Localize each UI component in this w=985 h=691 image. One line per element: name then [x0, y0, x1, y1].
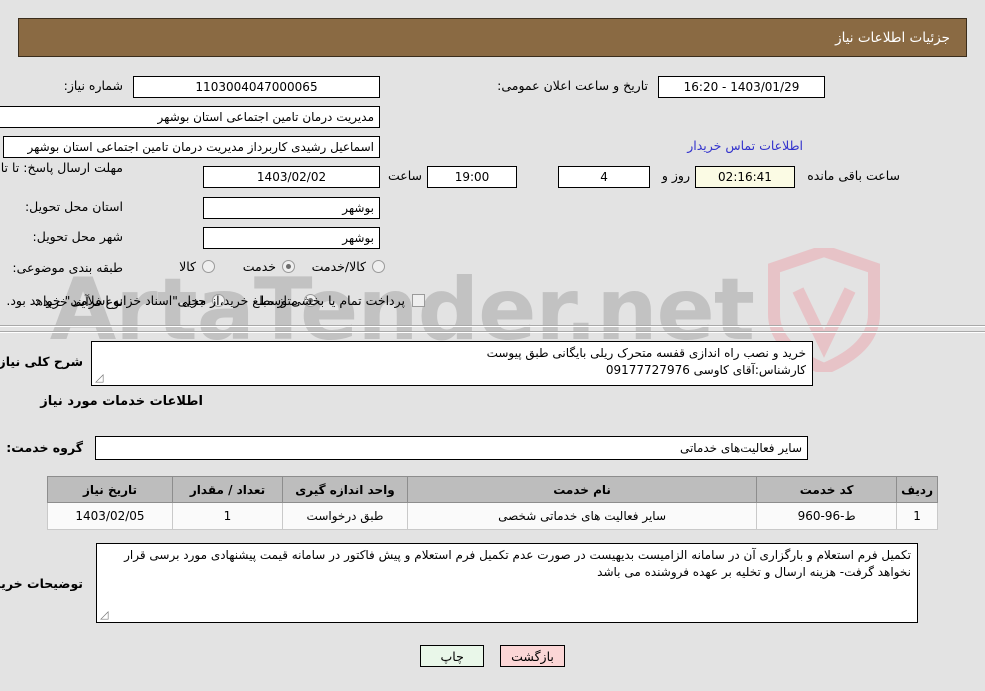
th-unit: واحد اندازه گیری [282, 476, 408, 503]
category-label: طبقه بندی موضوعی: [12, 260, 123, 275]
cell-unit: طبق درخواست [282, 502, 408, 530]
th-quantity: تعداد / مقدار [172, 476, 283, 503]
treasury-checkbox[interactable] [412, 294, 425, 307]
creator-field: اسماعیل رشیدی کاربرداز مدیریت درمان تامی… [3, 136, 380, 158]
remaining-days-suffix: روز و [661, 168, 690, 183]
deadline-label: مهلت ارسال پاسخ: تا تاریخ: [0, 160, 123, 175]
radio-category-goods[interactable] [202, 260, 215, 273]
need-number-label: شماره نیاز: [63, 78, 123, 93]
city-label: شهر محل تحویل: [32, 229, 123, 244]
cell-quantity: 1 [172, 502, 283, 530]
items-table: ردیف کد خدمت نام خدمت واحد اندازه گیری ت… [47, 476, 938, 530]
deadline-hour-field: 19:00 [427, 166, 517, 188]
cell-date: 1403/02/05 [47, 502, 173, 530]
remaining-days-value: 4 [600, 170, 608, 184]
remaining-time-field: 02:16:41 [695, 166, 795, 188]
deadline-date-field: 1403/02/02 [203, 166, 380, 188]
divider-top [0, 325, 985, 327]
radio-category-service[interactable] [282, 260, 295, 273]
province-value: بوشهر [342, 201, 374, 215]
divider-bottom [0, 331, 985, 333]
buyer-contact-link[interactable]: اطلاعات تماس خریدار [687, 138, 803, 153]
deadline-hour-value: 19:00 [454, 170, 490, 184]
page-title: جزئیات اطلاعات نیاز [835, 29, 950, 46]
deadline-hour-label: ساعت [387, 168, 422, 183]
province-field: بوشهر [203, 197, 380, 219]
city-field: بوشهر [203, 227, 380, 249]
th-date: تاریخ نیاز [47, 476, 173, 503]
th-name: نام خدمت [406, 476, 758, 503]
th-row: ردیف [896, 476, 938, 503]
table-row[interactable]: 1 ط-96-960 سایر فعالیت های خدماتی شخصی ط… [47, 502, 938, 530]
cell-row: 1 [896, 502, 938, 530]
table-header-row: ردیف کد خدمت نام خدمت واحد اندازه گیری ت… [47, 476, 938, 503]
public-announce-value: 1403/01/29 - 16:20 [683, 80, 800, 94]
buyer-org-value: مدیریت درمان تامین اجتماعی استان بوشهر [157, 110, 374, 124]
public-announce-label: تاریخ و ساعت اعلان عمومی: [497, 78, 648, 93]
resize-grip-icon-2[interactable]: ◺ [100, 608, 110, 621]
creator-value: اسماعیل رشیدی کاربرداز مدیریت درمان تامی… [27, 140, 374, 154]
cell-name: سایر فعالیت های خدماتی شخصی [406, 502, 758, 530]
remaining-time-value: 02:16:41 [718, 170, 772, 184]
radio-category-goods-service-label: کالا/خدمت [311, 259, 366, 274]
description-value: خرید و نصب راه اندازی قفسه متحرک ریلی با… [486, 346, 806, 378]
summary-panel: شماره نیاز: 1103004047000065 تاریخ و ساع… [0, 66, 985, 324]
radio-category-goods-label: کالا [179, 259, 196, 274]
print-button[interactable]: چاپ [420, 645, 485, 667]
cell-code: ط-96-960 [756, 502, 898, 530]
need-number-field: 1103004047000065 [133, 76, 380, 98]
remaining-time-suffix: ساعت باقی مانده [807, 168, 900, 183]
deadline-date-value: 1403/02/02 [256, 170, 327, 184]
footer-actions: بازگشت چاپ [0, 645, 985, 667]
page-root: ArtaTender.net جزئیات اطلاعات نیاز شماره… [0, 0, 985, 691]
service-group-label: گروه خدمت: [6, 440, 83, 455]
need-number-value: 1103004047000065 [195, 80, 318, 94]
description-label: شرح کلی نیاز: [0, 354, 83, 369]
description-textarea[interactable]: خرید و نصب راه اندازی قفسه متحرک ریلی با… [91, 341, 813, 386]
remaining-days-field: 4 [558, 166, 650, 188]
resize-grip-icon[interactable]: ◺ [95, 371, 105, 384]
service-group-field: سایر فعالیت‌های خدماتی [95, 436, 808, 460]
treasury-text: پرداخت تمام یا بخشی از مبلغ خرید،از محل … [6, 293, 405, 308]
buyer-notes-textarea[interactable]: تکمیل فرم استعلام و بارگزاری آن در سامان… [96, 543, 918, 623]
radio-category-service-label: خدمت [242, 259, 276, 274]
buyer-notes-value: تکمیل فرم استعلام و بارگزاری آن در سامان… [124, 548, 911, 580]
city-value: بوشهر [342, 231, 374, 245]
radio-category-goods-service[interactable] [372, 260, 385, 273]
services-section-title: اطلاعات خدمات مورد نیاز [40, 394, 203, 409]
public-announce-field: 1403/01/29 - 16:20 [658, 76, 825, 98]
province-label: استان محل تحویل: [24, 199, 123, 214]
buyer-org-field: مدیریت درمان تامین اجتماعی استان بوشهر [0, 106, 380, 128]
service-group-value: سایر فعالیت‌های خدماتی [679, 441, 802, 455]
back-button[interactable]: بازگشت [500, 645, 565, 667]
page-header: جزئیات اطلاعات نیاز [18, 18, 967, 57]
buyer-notes-label: توضیحات خریدار: [0, 576, 83, 591]
th-code: کد خدمت [756, 476, 898, 503]
